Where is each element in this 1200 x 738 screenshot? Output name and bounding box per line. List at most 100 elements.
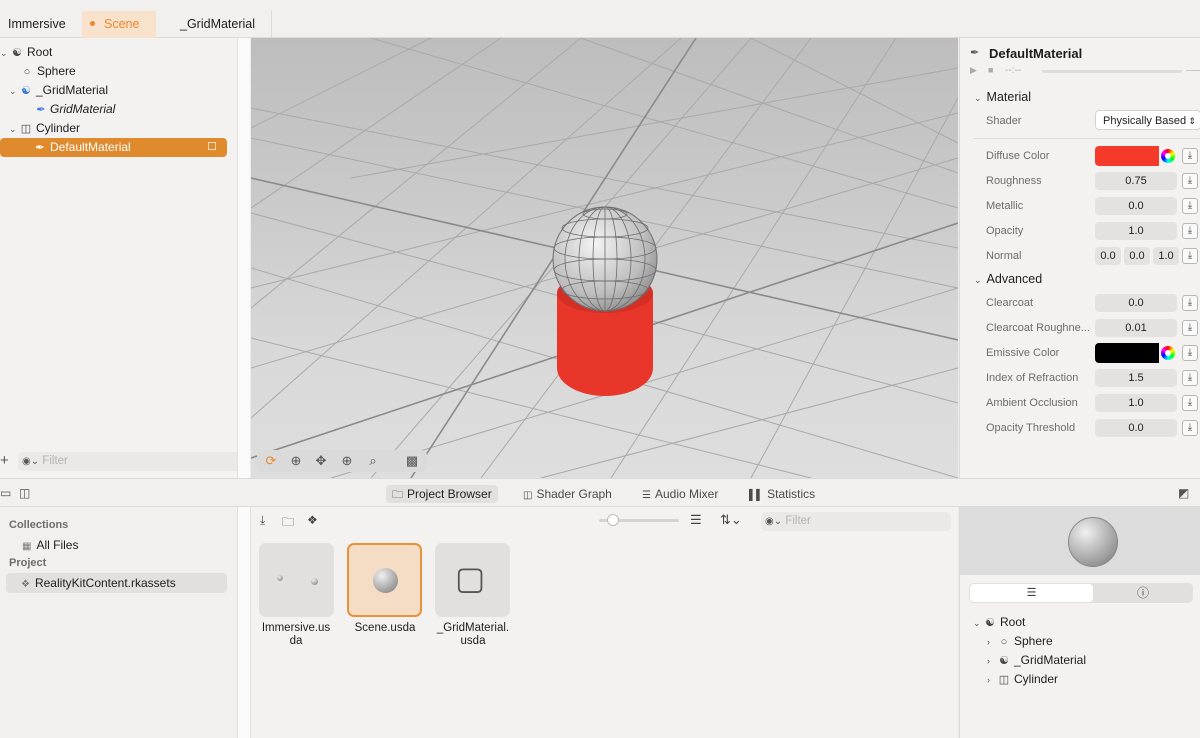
normal-z-field[interactable]: 1.0 [1153,247,1179,265]
chevron-right-icon[interactable]: › [987,633,997,652]
asset-name: _GridMaterial. usda [436,622,510,647]
play-icon[interactable]: ▶ [970,65,977,76]
chevron-right-icon[interactable]: › [987,652,997,671]
asset-immersive[interactable] [259,543,334,617]
download-icon[interactable]: ⤓ [1182,295,1198,311]
add-entity-icon[interactable]: + [0,452,9,469]
section-label: Advanced [986,272,1043,286]
chevron-down-icon[interactable]: ⌄ [0,44,10,63]
new-folder-icon[interactable]: 🗀 [282,513,294,534]
browser-filter-field[interactable]: ◉⌄ Filter [761,512,951,531]
normal-x-field[interactable]: 0.0 [1095,247,1121,265]
download-icon[interactable]: ⤓ [1182,173,1198,189]
download-icon[interactable]: ⤓ [1182,345,1198,361]
outline-scrollbar[interactable] [237,38,250,478]
metallic-field[interactable]: 0.0 [1095,197,1177,215]
color-wheel-icon[interactable] [1161,149,1175,163]
ior-field[interactable]: 1.5 [1095,369,1177,387]
section-advanced[interactable]: ⌄ Advanced [974,272,1042,286]
select-tool-icon[interactable]: ⟳ [263,453,279,469]
collections-scrollbar[interactable] [237,507,251,738]
panel-layout-icon[interactable]: ◫ [19,486,30,500]
stop-icon[interactable]: ■ [988,65,993,75]
zoom-slider-thumb[interactable] [607,514,619,526]
list-view-icon[interactable]: ☰ [690,512,702,528]
opacity-field[interactable]: 1.0 [1095,222,1177,240]
outline-item-label: _GridMaterial [36,83,109,97]
download-icon[interactable]: ⤓ [1182,395,1198,411]
outline-item-gridmaterial[interactable]: ✒ GridMaterial [33,100,115,119]
outline-item-defaultmaterial[interactable]: ✒ DefaultMaterial ☐ [0,138,227,157]
sort-icon[interactable]: ⇅⌄ [720,512,742,528]
import-icon[interactable]: ⤓ [260,513,265,528]
opacity-threshold-field[interactable]: 0.0 [1095,419,1177,437]
chevron-down-icon[interactable]: ⌄ [973,614,983,633]
hierarchy-tab-icon[interactable]: ☰ [970,584,1093,602]
metallic-label: Metallic [986,200,1024,212]
download-icon[interactable]: ⤓ [1182,420,1198,436]
collection-all-files[interactable]: ▦ All Files [22,538,78,552]
section-material[interactable]: ⌄ Material [974,90,1031,104]
outline-item-sphere[interactable]: ○ Sphere [20,62,76,81]
zoom-tool-icon[interactable]: ⌕ [365,453,381,469]
project-item[interactable]: ❖ RealityKitContent.rkassets [6,573,227,593]
preview-item-cylinder[interactable]: › ◫ Cylinder [987,670,1058,689]
lock-icon[interactable]: ☐ [207,138,217,157]
chevron-down-icon[interactable]: ⌄ [9,82,19,101]
outline-item-root[interactable]: ⌄ ☯ Root [0,43,52,62]
download-icon[interactable]: ⤓ [1182,198,1198,214]
add-asset-icon[interactable]: ❖ [307,513,318,527]
translate-tool-icon[interactable]: ⊕ [288,453,304,469]
playback-scrubber[interactable] [1042,70,1182,73]
filter-icon[interactable]: ◉⌄ [22,456,39,467]
tree-item-label: _GridMaterial [1014,653,1087,667]
tab-immersive[interactable]: Immersive [0,11,80,38]
filter-icon[interactable]: ◉⌄ [765,516,782,527]
outline-item-cylinder[interactable]: ⌄ ◫ Cylinder [9,119,80,138]
tab-label: Project Browser [407,487,492,501]
clearcoat-roughness-field[interactable]: 0.01 [1095,319,1177,337]
download-icon[interactable]: ⤓ [1182,223,1198,239]
asset-gridmaterial[interactable]: ▢ [435,543,510,617]
rotate-tool-icon[interactable]: ⊕ [339,453,355,469]
preview-item-gridmaterial[interactable]: › ☯ _GridMaterial [987,651,1086,670]
tab-shader-graph[interactable]: ◫ Shader Graph [517,485,618,503]
diffuse-color-label: Diffuse Color [986,150,1050,162]
roughness-field[interactable]: 0.75 [1095,172,1177,190]
tab-gridmaterial[interactable]: _GridMaterial [172,11,272,38]
move-tool-icon[interactable]: ✥ [313,453,329,469]
tab-audio-mixer[interactable]: ☰ Audio Mixer [636,485,724,503]
info-tab-icon[interactable]: ⓘ [1095,584,1191,602]
tab-scene[interactable]: Scene [82,11,156,38]
outline-filter-field[interactable]: ◉⌄ Filter [18,452,242,471]
normal-y-field[interactable]: 0.0 [1124,247,1150,265]
tab-project-browser[interactable]: 🗀 Project Browser [386,485,498,503]
chevron-down-icon[interactable]: ⌄ [9,120,19,139]
outline-item-label: Cylinder [36,121,81,135]
sidebar-toggle-icon[interactable]: ▭ [0,486,11,500]
ambient-occlusion-field[interactable]: 1.0 [1095,394,1177,412]
inspector-toggle-icon[interactable]: ◩ [1178,486,1189,500]
download-icon[interactable]: ⤓ [1182,370,1198,386]
color-wheel-icon[interactable] [1161,346,1175,360]
camera-menu-button[interactable]: ▩ [400,450,425,472]
3d-viewport[interactable] [251,38,958,478]
tab-statistics[interactable]: ▌▌ Statistics [743,485,821,503]
outline-item-gridmaterial-group[interactable]: ⌄ ☯ _GridMaterial [9,81,108,100]
download-icon[interactable]: ⤓ [1182,248,1198,264]
diffuse-color-swatch[interactable] [1095,146,1159,166]
outline-item-label: Root [27,45,53,59]
divider [973,138,1200,139]
asset-scene[interactable] [347,543,422,617]
ambient-occlusion-label: Ambient Occlusion [986,397,1078,409]
tab-label: _GridMaterial [180,17,256,31]
chevron-right-icon[interactable]: › [987,671,997,690]
download-icon[interactable]: ⤓ [1182,320,1198,336]
download-icon[interactable]: ⤓ [1182,148,1198,164]
preview-item-root[interactable]: ⌄ ☯ Root [973,613,1025,632]
clearcoat-field[interactable]: 0.0 [1095,294,1177,312]
shader-select[interactable]: Physically Based ⇕ [1095,110,1200,130]
ior-label: Index of Refraction [986,372,1079,384]
emissive-color-swatch[interactable] [1095,343,1159,363]
preview-item-sphere[interactable]: › ○ Sphere [987,632,1053,651]
